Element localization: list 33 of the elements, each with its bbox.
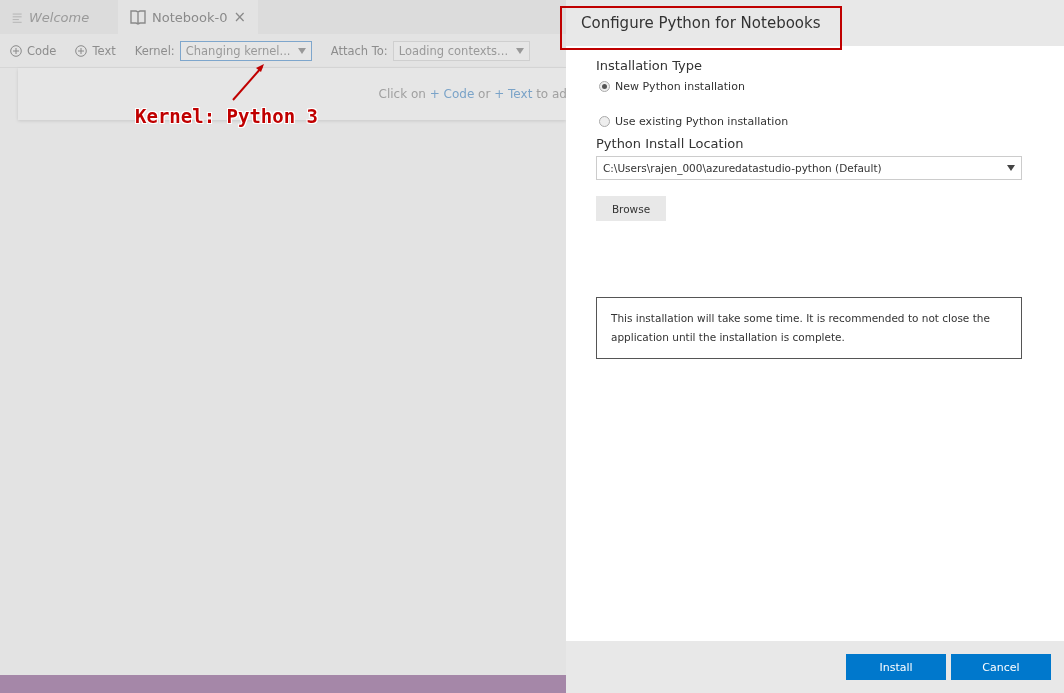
- text-link[interactable]: + Text: [494, 87, 533, 101]
- attach-dropdown[interactable]: Loading contexts...: [392, 40, 530, 61]
- caret-icon: [297, 47, 306, 54]
- empty-hint: Click on + Code or + Text to ad: [378, 87, 566, 101]
- add-icon: [10, 44, 22, 57]
- caret-icon: [1007, 165, 1015, 171]
- kernel-dropdown[interactable]: Changing kernel...: [179, 40, 312, 61]
- dialog-title: Configure Python for Notebooks: [581, 14, 821, 32]
- annotation-text: Kernel: Python 3: [135, 105, 319, 127]
- radio-button[interactable]: [599, 115, 610, 127]
- add-button[interactable]: Code: [10, 43, 57, 58]
- tab[interactable]: Notebook-0 ×: [118, 0, 258, 34]
- add-button[interactable]: Text: [75, 43, 116, 58]
- lines-icon: [12, 11, 23, 23]
- close-button[interactable]: ×: [233, 8, 246, 26]
- radio-option[interactable]: New Python installation: [599, 79, 745, 93]
- section-label: Installation Type: [596, 58, 702, 73]
- radio-button[interactable]: [599, 80, 610, 92]
- location-dropdown[interactable]: C:\Users\rajen_000\azuredatastudio-python (Default): [596, 156, 1022, 180]
- section-label: Python Install Location: [596, 136, 744, 151]
- dialog-button[interactable]: Cancel: [951, 654, 1051, 680]
- radio-option[interactable]: Use existing Python installation: [599, 114, 789, 128]
- dialog-button[interactable]: Install: [846, 654, 946, 680]
- book-icon: [130, 9, 146, 25]
- caret-icon: [515, 47, 524, 54]
- tab[interactable]: Welcome: [0, 0, 118, 34]
- code-link[interactable]: + Code: [429, 87, 475, 101]
- attach-label: Attach To:: [330, 43, 388, 58]
- browse-button[interactable]: Browse: [596, 196, 666, 221]
- kernel-label: Kernel:: [134, 43, 175, 58]
- annotation-arrow: [230, 62, 266, 102]
- notice-box: This installation will take some time. It is recommended to not close the application until the installation is complete.: [596, 297, 1022, 359]
- add-icon: [75, 44, 88, 57]
